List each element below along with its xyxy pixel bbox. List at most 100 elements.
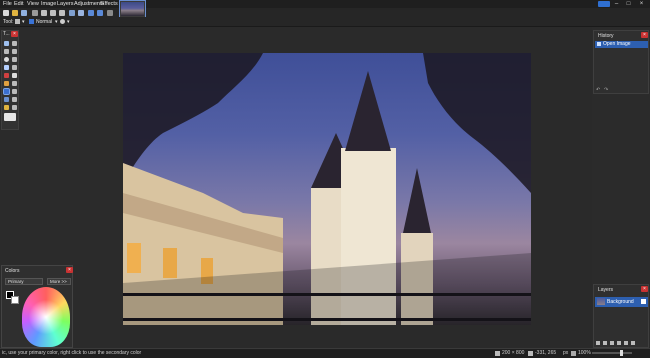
antialias-chevron-icon[interactable]: ▾ bbox=[67, 19, 70, 25]
more-button[interactable]: More >> bbox=[47, 278, 71, 285]
menu-image[interactable]: Image bbox=[41, 1, 56, 7]
maximize-button[interactable]: □ bbox=[624, 1, 633, 8]
eraser-icon[interactable] bbox=[12, 81, 17, 86]
menu-effects[interactable]: Effects bbox=[101, 1, 118, 7]
layer-buttons bbox=[596, 341, 648, 347]
color-picker-icon[interactable] bbox=[12, 89, 17, 94]
cathedral-photo bbox=[123, 53, 531, 325]
history-panel: History × Open Image ↶ ↷ bbox=[593, 30, 649, 94]
colors-panel-title: Colors bbox=[5, 268, 20, 274]
tools-close-button[interactable]: × bbox=[11, 31, 18, 37]
blend-mode-icon bbox=[29, 19, 34, 24]
cursor-icon bbox=[528, 351, 533, 356]
undo-icon-small[interactable]: ↶ bbox=[596, 87, 600, 93]
colors-close-button[interactable]: × bbox=[66, 267, 73, 273]
tools-panel-title: T... bbox=[3, 31, 10, 37]
history-panel-title: History bbox=[598, 33, 614, 39]
layer-properties-icon[interactable] bbox=[631, 341, 635, 345]
tool-label: Tool: bbox=[3, 19, 14, 25]
blend-mode-chevron-icon[interactable]: ▾ bbox=[55, 19, 58, 25]
delete-layer-icon[interactable] bbox=[603, 341, 607, 345]
antialias-icon[interactable] bbox=[60, 19, 65, 24]
lasso-select-icon[interactable] bbox=[4, 49, 9, 54]
minimize-button[interactable]: – bbox=[612, 1, 621, 8]
print-icon[interactable] bbox=[32, 10, 38, 16]
layer-row[interactable]: Background bbox=[595, 297, 648, 307]
open-icon[interactable] bbox=[12, 10, 18, 16]
rectangle-select-icon[interactable] bbox=[4, 41, 9, 46]
help-button[interactable] bbox=[598, 1, 610, 7]
menu-file[interactable]: File bbox=[3, 1, 12, 7]
layer-thumbnail bbox=[597, 298, 605, 305]
chevron-down-icon[interactable]: ▾ bbox=[22, 19, 25, 25]
spire-right bbox=[403, 168, 431, 233]
ellipse-select-icon[interactable] bbox=[4, 57, 9, 62]
add-layer-icon[interactable] bbox=[596, 341, 600, 345]
secondary-color-swatch[interactable] bbox=[11, 296, 19, 304]
zoom-icon-small[interactable] bbox=[571, 351, 576, 356]
menu-edit[interactable]: Edit bbox=[14, 1, 23, 7]
blend-mode-select[interactable]: Normal bbox=[36, 19, 52, 25]
pan-icon[interactable] bbox=[12, 65, 17, 70]
deselect-icon[interactable] bbox=[78, 10, 84, 16]
move-selected-icon[interactable] bbox=[12, 49, 17, 54]
paste-icon[interactable] bbox=[59, 10, 65, 16]
paintbrush-icon[interactable] bbox=[4, 81, 9, 86]
tool-options-bar: Tool: ▾ Normal ▾ ▾ bbox=[0, 17, 650, 27]
shapes-icon[interactable] bbox=[4, 113, 16, 121]
history-close-button[interactable]: × bbox=[641, 32, 648, 38]
copy-icon[interactable] bbox=[50, 10, 56, 16]
line-icon[interactable] bbox=[12, 105, 17, 110]
cursor-position: -331, 265 bbox=[535, 350, 557, 356]
text-icon[interactable] bbox=[4, 105, 9, 110]
history-item[interactable]: Open Image bbox=[595, 41, 648, 48]
move-selection-icon[interactable] bbox=[12, 41, 17, 46]
new-icon[interactable] bbox=[3, 10, 9, 16]
image-size-icon bbox=[495, 351, 500, 356]
save-icon[interactable] bbox=[21, 10, 27, 16]
unit-select[interactable]: px bbox=[563, 350, 568, 356]
zoom-slider-thumb[interactable] bbox=[620, 350, 623, 356]
layers-close-button[interactable]: × bbox=[641, 286, 648, 292]
layer-name: Background bbox=[607, 299, 634, 305]
undo-icon[interactable] bbox=[88, 10, 94, 16]
layer-visibility-checkbox[interactable] bbox=[641, 299, 646, 304]
status-bar: ic, use your primary color, right click … bbox=[0, 348, 650, 358]
recolor-icon[interactable] bbox=[12, 97, 17, 102]
cut-icon[interactable] bbox=[41, 10, 47, 16]
crop-icon[interactable] bbox=[69, 10, 75, 16]
move-up-icon[interactable] bbox=[617, 341, 621, 345]
image-size: 200 × 800 bbox=[502, 350, 525, 356]
status-hint: ic, use your primary color, right click … bbox=[2, 350, 142, 356]
menu-layers[interactable]: Layers bbox=[57, 1, 74, 7]
close-window-button[interactable]: × bbox=[637, 1, 646, 8]
grid-icon[interactable] bbox=[107, 10, 113, 16]
paint-bucket-icon[interactable] bbox=[4, 73, 9, 78]
zoom-slider[interactable] bbox=[592, 352, 632, 354]
image-canvas[interactable] bbox=[123, 53, 531, 325]
menu-view[interactable]: View bbox=[27, 1, 39, 7]
gradient-icon[interactable] bbox=[12, 73, 17, 78]
zoom-level[interactable]: 100% bbox=[578, 350, 591, 356]
duplicate-layer-icon[interactable] bbox=[610, 341, 614, 345]
clone-stamp-icon[interactable] bbox=[4, 97, 9, 102]
tree-left bbox=[123, 53, 263, 183]
menu-bar: File Edit View Image Layers Adjustments … bbox=[0, 0, 650, 8]
history-item-label: Open Image bbox=[603, 41, 631, 47]
spire-center bbox=[345, 71, 391, 151]
brush-tool-icon[interactable] bbox=[15, 19, 20, 24]
magic-wand-icon[interactable] bbox=[4, 65, 9, 70]
redo-icon-small[interactable]: ↷ bbox=[604, 87, 608, 93]
color-mode-select[interactable]: Primary bbox=[5, 278, 43, 285]
layers-panel-title: Layers bbox=[598, 287, 614, 293]
menu-adjustments[interactable]: Adjustments bbox=[74, 1, 104, 7]
pencil-icon[interactable] bbox=[3, 88, 10, 95]
layers-panel: Layers × Background bbox=[593, 284, 649, 348]
zoom-icon[interactable] bbox=[12, 57, 17, 62]
tree-right bbox=[423, 53, 531, 193]
move-down-icon[interactable] bbox=[624, 341, 628, 345]
image-thumbnail bbox=[121, 2, 144, 16]
redo-icon[interactable] bbox=[97, 10, 103, 16]
image-icon bbox=[597, 42, 601, 46]
color-wheel[interactable] bbox=[22, 287, 70, 347]
